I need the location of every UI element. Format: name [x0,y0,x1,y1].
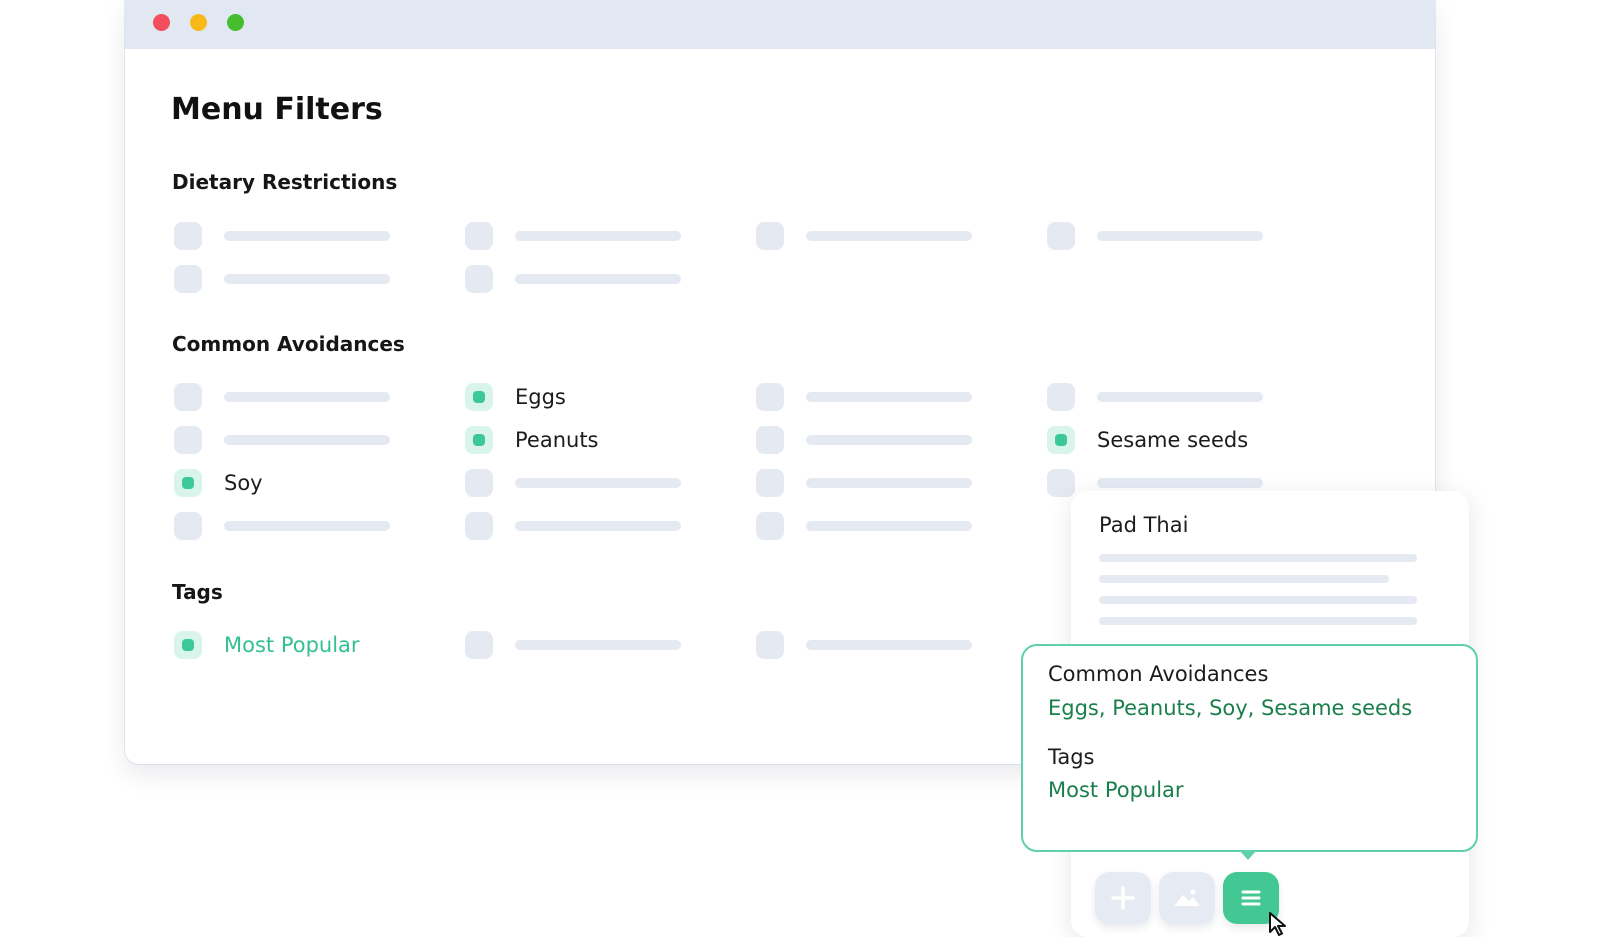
label-placeholder [515,521,681,531]
menu-lines-icon [1241,890,1261,906]
label-placeholder [515,640,681,650]
checkbox-peanuts[interactable] [465,426,493,454]
checkbox-placeholder[interactable] [174,426,202,454]
label-placeholder [515,274,681,284]
option-label-soy: Soy [224,471,263,495]
checkbox-placeholder[interactable] [756,631,784,659]
label-placeholder [806,435,972,445]
section-title-common-avoidances: Common Avoidances [172,332,405,356]
label-placeholder [806,478,972,488]
section-title-dietary-restrictions: Dietary Restrictions [172,170,398,194]
description-placeholder-line [1099,575,1389,583]
option-label-most-popular: Most Popular [224,633,360,657]
checkbox-placeholder[interactable] [174,383,202,411]
option-label-peanuts: Peanuts [515,428,599,452]
label-placeholder [224,274,390,284]
checkbox-placeholder[interactable] [174,512,202,540]
label-placeholder [515,231,681,241]
window-close-button[interactable] [153,14,170,31]
checkbox-eggs[interactable] [465,383,493,411]
checkbox-placeholder[interactable] [465,512,493,540]
page-title: Menu Filters [171,92,383,127]
label-placeholder [806,392,972,402]
option-label-sesame-seeds: Sesame seeds [1097,428,1249,452]
popover-tags-value: Most Popular [1048,778,1184,802]
checkbox-most-popular[interactable] [174,631,202,659]
description-placeholder-line [1099,554,1417,562]
section-title-tags: Tags [172,580,223,604]
filters-popover: Common Avoidances Eggs, Peanuts, Soy, Se… [1021,644,1478,852]
label-placeholder [806,521,972,531]
popover-avoidances-label: Common Avoidances [1048,662,1269,686]
checkbox-soy[interactable] [174,469,202,497]
add-button[interactable] [1095,872,1151,924]
checkbox-placeholder[interactable] [174,265,202,293]
checkbox-placeholder[interactable] [465,631,493,659]
checkbox-placeholder[interactable] [756,469,784,497]
label-placeholder [806,231,972,241]
checkbox-placeholder[interactable] [756,222,784,250]
checkbox-placeholder[interactable] [174,222,202,250]
label-placeholder [1097,231,1263,241]
window-zoom-button[interactable] [227,14,244,31]
popover-tags-label: Tags [1048,745,1095,769]
popover-avoidances-value: Eggs, Peanuts, Soy, Sesame seeds [1048,696,1413,720]
label-placeholder [224,392,390,402]
image-icon [1174,889,1200,906]
checkbox-placeholder[interactable] [1047,469,1075,497]
popover-arrow [1240,851,1256,860]
add-image-button[interactable] [1159,872,1215,924]
checkbox-placeholder[interactable] [756,512,784,540]
label-placeholder [1097,392,1263,402]
description-placeholder-line [1099,596,1417,604]
window-minimize-button[interactable] [190,14,207,31]
checkbox-placeholder[interactable] [465,265,493,293]
label-placeholder [1097,478,1263,488]
window-titlebar [125,0,1435,49]
mouse-cursor-icon [1269,912,1286,936]
menu-item-title: Pad Thai [1099,513,1189,537]
description-placeholder-line [1099,617,1417,625]
label-placeholder [224,231,390,241]
checkbox-placeholder[interactable] [465,222,493,250]
label-placeholder [224,435,390,445]
checkbox-placeholder[interactable] [756,383,784,411]
checkbox-placeholder[interactable] [1047,383,1075,411]
option-label-eggs: Eggs [515,385,566,409]
checkbox-sesame-seeds[interactable] [1047,426,1075,454]
checkbox-placeholder[interactable] [1047,222,1075,250]
label-placeholder [806,640,972,650]
label-placeholder [224,521,390,531]
plus-icon [1111,886,1135,910]
checkbox-placeholder[interactable] [756,426,784,454]
checkbox-placeholder[interactable] [465,469,493,497]
label-placeholder [515,478,681,488]
